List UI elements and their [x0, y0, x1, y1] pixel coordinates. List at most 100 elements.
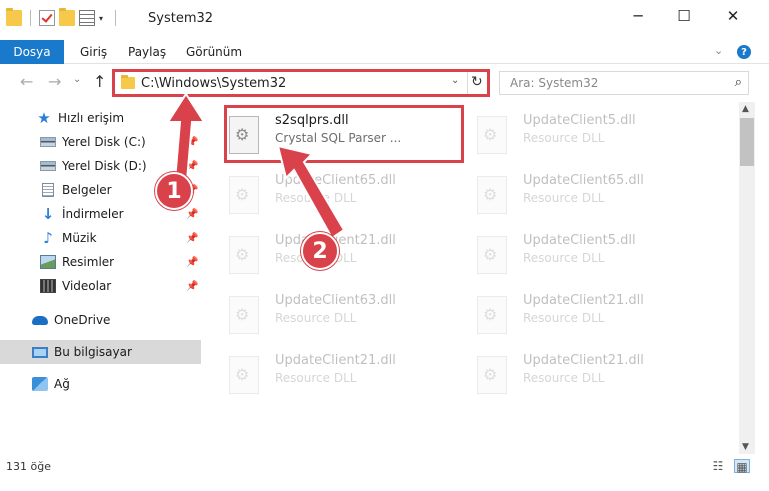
up-icon[interactable]: ↑ [93, 72, 106, 91]
pictures-icon [40, 255, 56, 269]
ribbon-collapse-icon[interactable]: ⌄ [714, 44, 723, 57]
scroll-down-icon[interactable]: ▼ [742, 442, 749, 452]
file-name: UpdateClient63.dll [275, 293, 396, 308]
file-description: Resource DLL [275, 371, 357, 385]
item-count: 131 öğe [6, 460, 51, 473]
music-icon: ♪ [43, 229, 53, 247]
sidebar-item-label: Müzik [62, 231, 97, 245]
file-description: Resource DLL [523, 131, 605, 145]
close-button[interactable]: ✕ [710, 0, 756, 32]
sidebar-item-label: Bu bilgisayar [54, 345, 132, 359]
tab-share[interactable]: Paylaş [128, 40, 166, 64]
sidebar-item-label: OneDrive [54, 313, 111, 327]
dll-file-icon [477, 356, 507, 394]
file-name: UpdateClient21.dll [523, 353, 644, 368]
file-name: UpdateClient5.dll [523, 113, 636, 128]
title-bar: ▾ System32 ─ ☐ ✕ [0, 0, 769, 40]
sidebar-item-label: Ağ [54, 377, 70, 391]
sidebar-item-label: Yerel Disk (D:) [62, 159, 147, 173]
sidebar-item-label: Hızlı erişim [58, 111, 125, 125]
tab-home[interactable]: Giriş [80, 40, 107, 64]
dll-file-icon [477, 116, 507, 154]
status-bar: 131 öğe ☷ ▦ [0, 454, 769, 478]
scrollbar-thumb[interactable] [740, 118, 754, 166]
recent-locations-icon[interactable]: ⌄ [73, 74, 81, 85]
sidebar-item-music[interactable]: ♪ Müzik 📌 [0, 226, 201, 250]
network-icon [32, 377, 48, 391]
new-folder-icon[interactable] [59, 8, 75, 26]
help-icon[interactable]: ? [737, 45, 751, 59]
search-placeholder: Ara: System32 [510, 76, 599, 90]
sidebar-item-this-pc[interactable]: Bu bilgisayar [0, 340, 201, 364]
scroll-up-icon[interactable]: ▲ [742, 104, 749, 114]
pin-icon[interactable]: 📌 [186, 257, 198, 268]
sidebar-item-pictures[interactable]: Resimler 📌 [0, 250, 201, 274]
dll-file-icon [477, 296, 507, 334]
document-icon [42, 183, 54, 197]
file-item[interactable]: UpdateClient21.dll Resource DLL [453, 286, 687, 342]
dll-file-icon [229, 356, 259, 394]
file-item[interactable]: UpdateClient21.dll Resource DLL [453, 346, 687, 402]
search-input[interactable]: Ara: System32 ⌕ [499, 71, 749, 95]
sidebar-item-label: Belgeler [62, 183, 112, 197]
file-item[interactable]: UpdateClient5.dll Resource DLL [453, 106, 687, 162]
file-item[interactable]: UpdateClient65.dll Resource DLL [453, 166, 687, 222]
dll-file-icon [229, 296, 259, 334]
step-1-badge: 1 [155, 172, 193, 210]
file-name: UpdateClient5.dll [523, 233, 636, 248]
sidebar-item-label: Videolar [62, 279, 112, 293]
tab-view[interactable]: Görünüm [186, 40, 242, 64]
computer-icon [32, 346, 48, 358]
window-title: System32 [148, 11, 214, 26]
step-2-badge: 2 [301, 232, 339, 270]
file-item[interactable]: UpdateClient63.dll Resource DLL [205, 286, 439, 342]
sidebar-item-label: Resimler [62, 255, 115, 269]
ribbon: Dosya Giriş Paylaş Görünüm ⌄ ? [0, 40, 769, 64]
minimize-button[interactable]: ─ [615, 0, 661, 32]
details-view-icon[interactable]: ☷ [710, 459, 726, 473]
pin-icon[interactable]: 📌 [186, 209, 198, 220]
dll-file-icon [477, 236, 507, 274]
maximize-button[interactable]: ☐ [661, 0, 707, 32]
cloud-icon [32, 315, 48, 325]
forward-icon[interactable]: → [48, 72, 61, 91]
file-description: Resource DLL [523, 371, 605, 385]
sidebar-item-onedrive[interactable]: OneDrive [0, 308, 201, 332]
tiles-view-icon[interactable]: ▦ [734, 459, 750, 474]
back-icon[interactable]: ← [20, 72, 33, 91]
navigation-bar: ← → ⌄ ↑ C:\Windows\System32 ⌄ ↻ Ara: Sys… [0, 64, 769, 102]
star-icon: ★ [37, 109, 51, 127]
pin-icon[interactable]: 📌 [186, 233, 198, 244]
videos-icon [40, 279, 56, 293]
vertical-scrollbar[interactable]: ▲ ▼ [739, 102, 755, 454]
file-description: Resource DLL [523, 251, 605, 265]
file-name: UpdateClient21.dll [523, 293, 644, 308]
dll-file-icon [477, 176, 507, 214]
file-item[interactable]: UpdateClient5.dll Resource DLL [453, 226, 687, 282]
sidebar-item-network[interactable]: Ağ [0, 372, 201, 396]
download-icon: ↓ [41, 205, 55, 223]
folder-icon [6, 8, 22, 26]
quick-access-toolbar: ▾ [6, 8, 120, 26]
search-icon[interactable]: ⌕ [735, 75, 742, 90]
sidebar-item-label: Yerel Disk (C:) [62, 135, 146, 149]
dll-file-icon [229, 236, 259, 274]
customize-toolbar-icon[interactable]: ▾ [99, 14, 107, 23]
file-item[interactable]: UpdateClient21.dll Resource DLL [205, 346, 439, 402]
file-description: Resource DLL [523, 191, 605, 205]
disk-icon [40, 137, 56, 147]
pin-icon[interactable]: 📌 [186, 281, 198, 292]
file-description: Resource DLL [523, 311, 605, 325]
file-name: UpdateClient65.dll [523, 173, 644, 188]
toolbar-divider [30, 10, 31, 26]
tab-file[interactable]: Dosya [0, 40, 64, 64]
sidebar-item-videos[interactable]: Videolar 📌 [0, 274, 201, 298]
toolbar-divider [115, 10, 116, 26]
file-description: Resource DLL [275, 311, 357, 325]
properties-check-icon[interactable] [39, 10, 55, 26]
sidebar-item-label: İndirmeler [62, 207, 124, 221]
dll-file-icon [229, 176, 259, 214]
disk-icon [40, 161, 56, 171]
file-name: UpdateClient21.dll [275, 353, 396, 368]
view-properties-icon[interactable] [79, 10, 95, 26]
